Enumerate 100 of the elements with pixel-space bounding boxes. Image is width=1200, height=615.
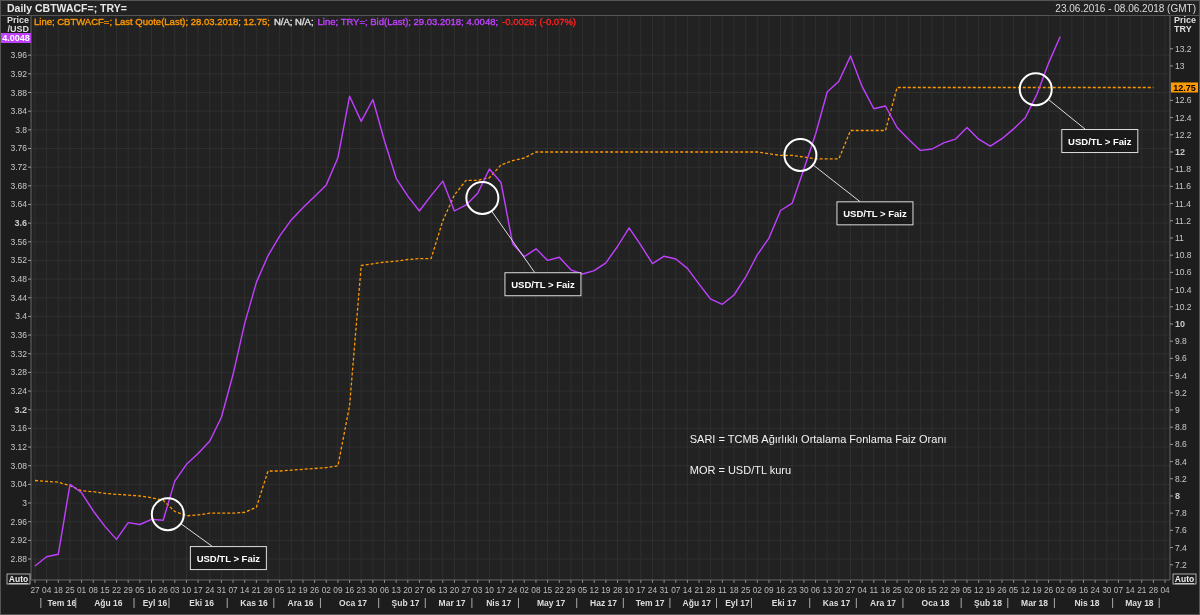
axis-tick-label: 3.92 <box>10 68 27 79</box>
legend-entry: N/A; N/A; <box>273 16 314 27</box>
axis-title: Price /USD <box>6 16 29 34</box>
auto-button[interactable]: Auto <box>1172 573 1197 585</box>
window-title: Daily CBTWACF=; TRY= <box>7 2 127 14</box>
leader-line <box>812 164 861 203</box>
axis-tick-label: 22 <box>554 585 564 595</box>
month-label: Mar 18 <box>1021 598 1049 608</box>
axis-tick-label: 09 <box>764 585 774 595</box>
axis-tick-label: 10 <box>624 585 634 595</box>
axis-tick-label: 30 <box>368 585 378 595</box>
month-label: Ara 16 <box>287 598 314 608</box>
axis-tick-label: 08 <box>915 585 925 595</box>
leader-line <box>1047 98 1087 130</box>
axis-tick-label: 3.2 <box>14 404 27 415</box>
axis-title: Price TRY <box>1174 16 1197 34</box>
axis-tick-label: 26 <box>158 585 168 595</box>
month-label: Kas 17 <box>822 598 851 608</box>
month-label: Ağu 16 <box>94 598 123 608</box>
axis-tick-label: 20 <box>403 585 413 595</box>
axis-tick-label: 9.6 <box>1175 353 1187 364</box>
legend-entry: -0.0028; (-0.07%) <box>502 16 577 27</box>
month-label: Haz 17 <box>590 598 617 608</box>
axis-tick-label: 02 <box>321 585 331 595</box>
month-label: Oca 17 <box>339 598 367 608</box>
callout-label: USD/TL > Faiz <box>1061 129 1139 153</box>
auto-button[interactable]: Auto <box>6 573 31 585</box>
highlight-circle <box>1018 72 1053 107</box>
axis-tick-label: 9.2 <box>1175 387 1187 398</box>
axis-tick-label: 17 <box>636 585 646 595</box>
axis-tick-label: 10.4 <box>1175 284 1192 295</box>
month-label: Eki 16 <box>189 598 214 608</box>
axis-tick-label: 14 <box>1125 585 1135 595</box>
axis-tick-label: 8.8 <box>1175 422 1187 433</box>
axis-tick-label: 12.6 <box>1175 95 1192 106</box>
axis-tick-label: 08 <box>531 585 541 595</box>
axis-tick-label: 18 <box>729 585 739 595</box>
axis-tick-label: 29 <box>950 585 960 595</box>
axis-tick-label: 27 <box>461 585 471 595</box>
axis-tick-label: 12.2 <box>1175 129 1192 140</box>
axis-tick-label: 3.64 <box>10 199 27 210</box>
axis-tick-label: 13.2 <box>1175 43 1192 54</box>
axis-tick-label: 8.6 <box>1175 439 1187 450</box>
axis-tick-label: 11.6 <box>1175 181 1191 192</box>
axis-tick-label: 3.36 <box>10 330 27 341</box>
month-label: Eyl 17 <box>725 598 750 608</box>
axis-tick-label: 25 <box>892 585 902 595</box>
axis-tick-label: 26 <box>1043 585 1054 595</box>
axis-tick-label: 3.96 <box>10 50 27 61</box>
axis-tick-label: 3.56 <box>10 236 27 247</box>
month-label: Şub 18 <box>974 598 1002 608</box>
axis-tick-label: 13 <box>822 585 832 595</box>
axis-tick-label: 10 <box>484 585 494 595</box>
axis-tick-label: 20 <box>449 585 459 595</box>
axis-tick-label: 9.8 <box>1175 336 1187 347</box>
axis-tick-label: 30 <box>1102 585 1112 595</box>
month-label: Oca 18 <box>921 598 950 608</box>
month-label: Nis 18 <box>1074 598 1100 608</box>
axis-tick-label: 09 <box>333 585 343 595</box>
date-range: 23.06.2016 - 08.06.2018 (GMT) <box>1055 2 1196 14</box>
axis-tick-label: 03 <box>170 585 180 595</box>
axis-tick-label: 06 <box>379 585 390 595</box>
axis-tick-label: 12 <box>974 585 984 595</box>
axis-tick-label: 27 <box>30 585 40 595</box>
month-label: Eyl 16 <box>142 598 168 608</box>
axis-tick-label: 28 <box>1148 585 1158 595</box>
month-label: Ara 17 <box>870 598 897 608</box>
callout-label: USD/TL > Faiz <box>504 272 582 297</box>
axis-tick-label: 07 <box>1113 585 1124 595</box>
axis-tick-label: 10 <box>1175 318 1185 329</box>
axis-tick-label: 16 <box>344 585 355 595</box>
axis-tick-label: 10.8 <box>1175 250 1192 261</box>
axis-tick-label: 30 <box>799 585 809 595</box>
chart-note: MOR = USD/TL kuru <box>689 463 792 476</box>
axis-tick-label: 05 <box>962 585 972 595</box>
axis-tick-label: 8 <box>1175 491 1180 501</box>
axis-tick-label: 20 <box>834 585 844 595</box>
axis-tick-label: 28 <box>706 585 716 595</box>
axis-tick-label: 22 <box>939 585 949 595</box>
axis-tick-label: 04 <box>857 585 867 595</box>
axis-tick-label: 10.6 <box>1175 267 1192 278</box>
axis-tick-label: 17 <box>193 585 203 595</box>
axis-tick-label: 07 <box>671 585 681 595</box>
axis-tick-label: 28 <box>612 585 623 595</box>
axis-tick-label: 3.4 <box>15 311 27 322</box>
axis-tick-label: 13 <box>438 585 448 595</box>
axis-tick-label: 2.92 <box>10 535 27 546</box>
axis-tick-label: 14 <box>240 585 250 595</box>
axis-tick-label: 01 <box>77 585 87 595</box>
axis-tick-label: 3.48 <box>10 274 27 285</box>
axis-tick-label: 05 <box>577 585 588 595</box>
axis-tick-label: 13 <box>391 585 401 595</box>
axis-tick-label: 07 <box>228 585 238 595</box>
axis-tick-label: 12 <box>1020 585 1030 595</box>
axis-tick-label: 19 <box>1032 585 1042 595</box>
axis-tick-label: 08 <box>88 585 98 595</box>
axis-tick-label: 13 <box>1175 60 1185 71</box>
axis-tick-label: 2.96 <box>10 516 27 527</box>
axis-tick-label: 21 <box>1137 585 1147 595</box>
axis-tick-label: 24 <box>647 585 658 595</box>
